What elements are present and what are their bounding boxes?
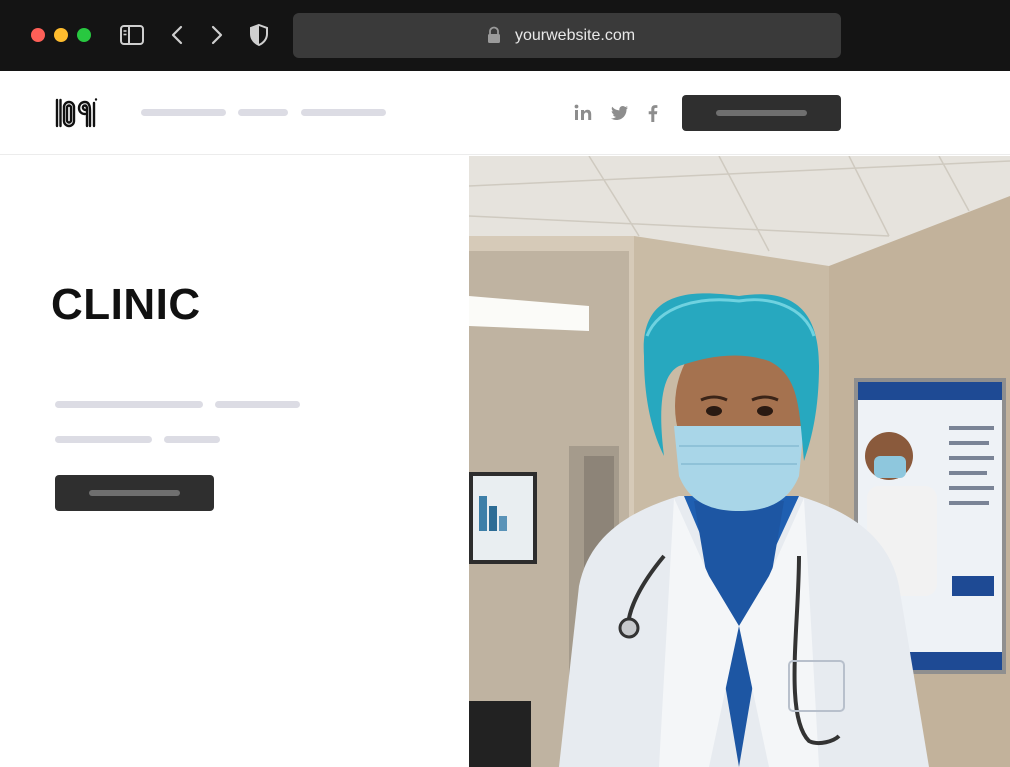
address-bar[interactable]: yourwebsite.com xyxy=(293,13,841,58)
hero-cta-button[interactable] xyxy=(55,475,214,511)
header-cta-button[interactable] xyxy=(682,95,841,131)
site-header xyxy=(0,71,1010,155)
twitter-icon[interactable] xyxy=(608,102,630,124)
text-placeholder xyxy=(55,401,203,408)
close-window-button[interactable] xyxy=(31,28,45,42)
minimize-window-button[interactable] xyxy=(54,28,68,42)
nav-link-placeholder[interactable] xyxy=(238,109,288,116)
nav-link-placeholder[interactable] xyxy=(141,109,226,116)
button-label-placeholder xyxy=(716,110,807,116)
hero-title: CLINIC xyxy=(51,280,201,329)
maximize-window-button[interactable] xyxy=(77,28,91,42)
back-icon[interactable] xyxy=(165,22,191,48)
lock-icon xyxy=(488,26,500,43)
doctor-photo xyxy=(469,156,1010,767)
forward-icon[interactable] xyxy=(204,22,230,48)
logo-icon[interactable] xyxy=(54,96,98,130)
nav-link-placeholder[interactable] xyxy=(301,109,386,116)
facebook-icon[interactable] xyxy=(642,102,664,124)
text-placeholder xyxy=(215,401,300,408)
url-text: yourwebsite.com xyxy=(515,27,636,44)
text-placeholder xyxy=(55,436,152,443)
linkedin-icon[interactable] xyxy=(572,102,594,124)
button-label-placeholder xyxy=(89,490,180,496)
browser-toolbar: yourwebsite.com xyxy=(0,0,1010,71)
shield-icon[interactable] xyxy=(246,22,272,48)
sidebar-icon[interactable] xyxy=(119,22,145,48)
text-placeholder xyxy=(164,436,220,443)
